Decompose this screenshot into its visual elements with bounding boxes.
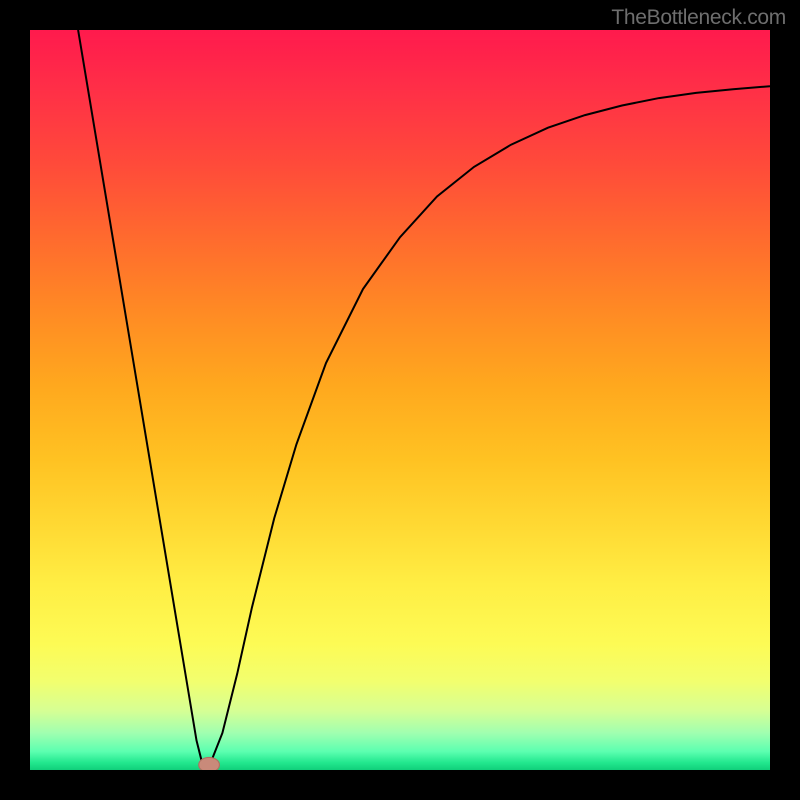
optimum-marker bbox=[199, 757, 220, 770]
credit-text: TheBottleneck.com bbox=[611, 6, 786, 30]
plot-area bbox=[30, 30, 770, 770]
curve-svg bbox=[30, 30, 770, 770]
chart-frame: TheBottleneck.com bbox=[0, 0, 800, 800]
bottleneck-curve bbox=[78, 30, 770, 766]
